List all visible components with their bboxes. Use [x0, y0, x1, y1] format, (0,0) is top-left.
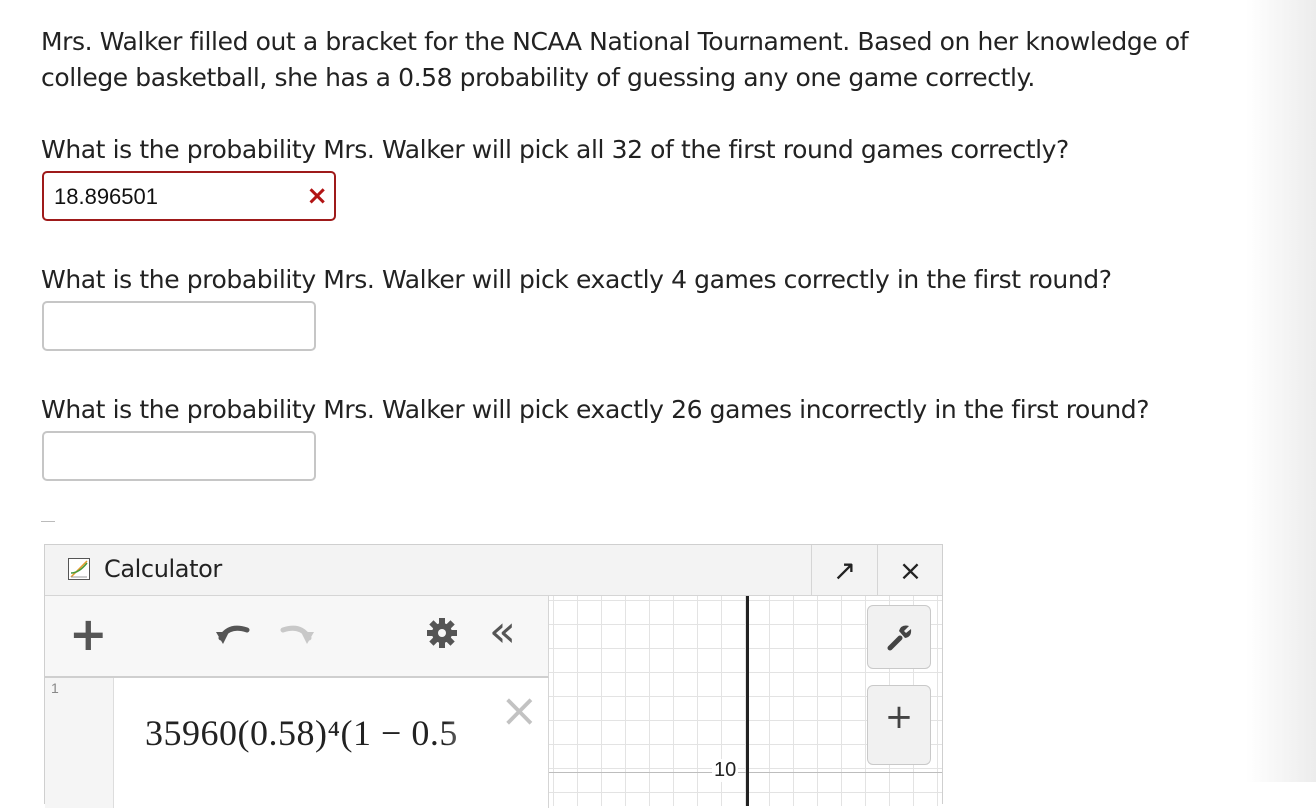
y-axis: [746, 596, 749, 806]
expression-index: 1: [51, 680, 59, 696]
zoom-in-button[interactable]: +: [867, 685, 931, 765]
add-expression-button[interactable]: +: [69, 611, 108, 657]
expression-overflow-fade: [445, 708, 490, 758]
collapse-list-button[interactable]: «: [489, 610, 516, 654]
redo-icon: [280, 625, 314, 644]
question-2-answer-box[interactable]: [42, 301, 316, 351]
question-1-answer-input[interactable]: [54, 183, 294, 211]
undo-button[interactable]: [213, 616, 253, 659]
question-3-answer-box[interactable]: [42, 431, 316, 481]
settings-button[interactable]: [425, 616, 459, 657]
expression-gutter: 1: [45, 678, 114, 808]
page-edge-shade: [1246, 0, 1316, 782]
y-tick-label: 10: [712, 759, 739, 782]
expression-row[interactable]: 1 35960(0.58)⁴(1 − 0.5: [45, 678, 549, 808]
expand-icon: ↗: [832, 554, 857, 587]
section-divider: [41, 521, 55, 522]
calculator-header[interactable]: Calculator ↗ ×: [45, 545, 942, 596]
close-calculator-button[interactable]: ×: [877, 545, 943, 595]
calculator-panel: Calculator ↗ × + « 1 35960(0.58)⁴(1 − 0.…: [44, 544, 943, 808]
redo-button[interactable]: [277, 616, 317, 659]
question-3-text: What is the probability Mrs. Walker will…: [41, 395, 1150, 424]
expression-input[interactable]: 35960(0.58)⁴(1 − 0.5: [145, 712, 485, 754]
delete-expression-button[interactable]: ×: [500, 687, 539, 733]
problem-prompt: Mrs. Walker filled out a bracket for the…: [41, 27, 1189, 92]
calculator-graph-icon: [68, 558, 90, 580]
close-icon: ×: [898, 554, 923, 587]
incorrect-mark-icon: ×: [306, 181, 328, 211]
calculator-title: Calculator: [104, 555, 222, 583]
question-2-answer-input[interactable]: [54, 313, 294, 341]
wrench-icon: [887, 625, 912, 651]
question-2-text: What is the probability Mrs. Walker will…: [41, 265, 1112, 294]
expand-calculator-button[interactable]: ↗: [811, 545, 877, 595]
graph-settings-button[interactable]: [867, 605, 931, 669]
question-3-answer-input[interactable]: [54, 443, 294, 471]
gear-icon: [427, 618, 457, 648]
question-1-text: What is the probability Mrs. Walker will…: [41, 135, 1069, 164]
undo-icon: [216, 625, 250, 644]
question-1-answer-box[interactable]: ×: [42, 171, 336, 221]
expression-toolbar: + «: [45, 596, 549, 678]
